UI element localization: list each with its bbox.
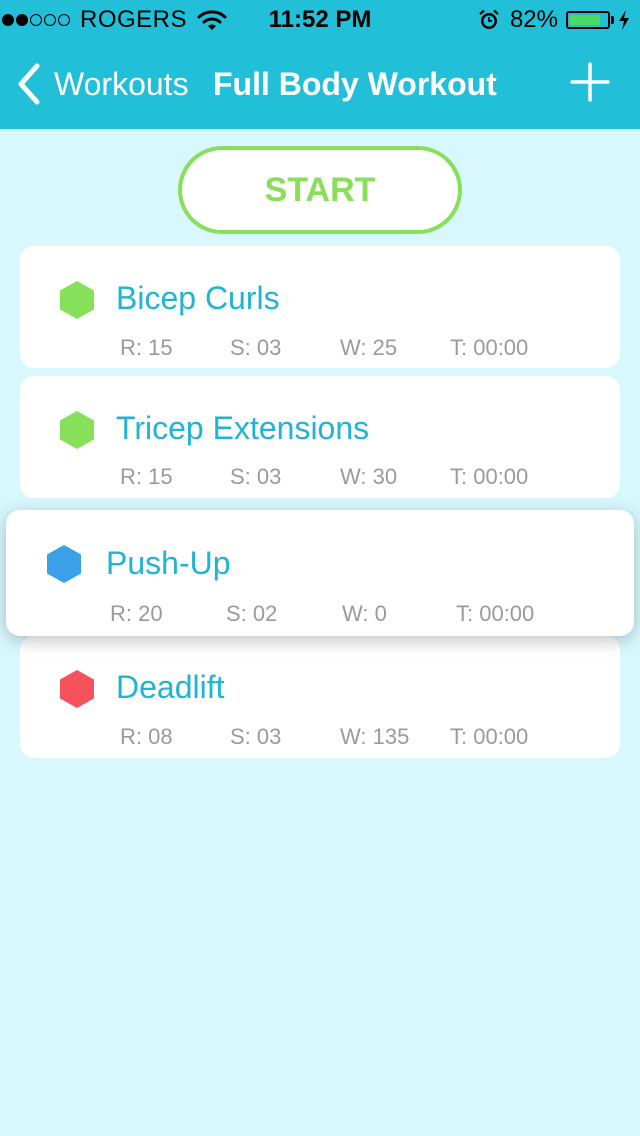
exercise-card[interactable]: Tricep Extensions R: 15 S: 03 W: 30 T: 0… — [20, 376, 620, 498]
time-value: T: 00:00 — [450, 335, 529, 360]
exercise-name: Tricep Extensions — [116, 410, 370, 446]
battery-nub — [611, 16, 614, 24]
page-title: Full Body Workout — [213, 66, 497, 102]
weight-value: W: 135 — [340, 724, 410, 749]
status-hexagon-icon — [47, 545, 81, 583]
sets-value: S: 02 — [226, 601, 278, 626]
reps-value: R: 15 — [120, 335, 173, 360]
exercise-card[interactable]: Deadlift R: 08 S: 03 W: 135 T: 00:00 — [20, 636, 620, 758]
status-hexagon-icon — [60, 411, 94, 449]
weight-value: W: 0 — [342, 601, 387, 626]
exercise-card[interactable]: Bicep Curls R: 15 S: 03 W: 25 T: 00:00 — [20, 246, 620, 368]
reps-value: R: 15 — [120, 464, 173, 489]
header: ROGERS 11:52 PM 82% Workouts Full Body W… — [0, 0, 640, 129]
weight-value: W: 25 — [340, 335, 398, 360]
battery-icon — [566, 11, 610, 29]
exercise-name: Bicep Curls — [116, 280, 280, 316]
reps-value: R: 20 — [110, 601, 163, 626]
time-value: T: 00:00 — [450, 724, 529, 749]
status-hexagon-icon — [60, 670, 94, 708]
back-button[interactable]: Workouts — [16, 60, 189, 108]
exercise-name: Deadlift — [116, 669, 225, 705]
reps-value: R: 08 — [120, 724, 173, 749]
status-bar: ROGERS 11:52 PM 82% — [0, 0, 640, 40]
battery-percent: 82% — [509, 6, 558, 33]
charging-bolt-icon — [619, 10, 629, 30]
navigation-bar: Workouts Full Body Workout — [0, 40, 640, 129]
chevron-left-icon — [18, 63, 40, 105]
weight-value: W: 30 — [340, 464, 398, 489]
sets-value: S: 03 — [230, 724, 282, 749]
sets-value: S: 03 — [230, 335, 282, 360]
time-value: T: 00:00 — [456, 601, 535, 626]
status-hexagon-icon — [60, 281, 94, 319]
exercise-name: Push-Up — [106, 545, 231, 581]
back-label: Workouts — [54, 65, 189, 102]
sets-value: S: 03 — [230, 464, 282, 489]
time-value: T: 00:00 — [450, 464, 529, 489]
exercise-card-dragging[interactable]: Push-Up R: 20 S: 02 W: 0 T: 00:00 — [6, 510, 634, 636]
start-button[interactable]: START — [178, 146, 462, 234]
plus-icon[interactable] — [568, 60, 612, 104]
alarm-icon — [479, 9, 499, 29]
battery-level-fill — [570, 15, 600, 25]
